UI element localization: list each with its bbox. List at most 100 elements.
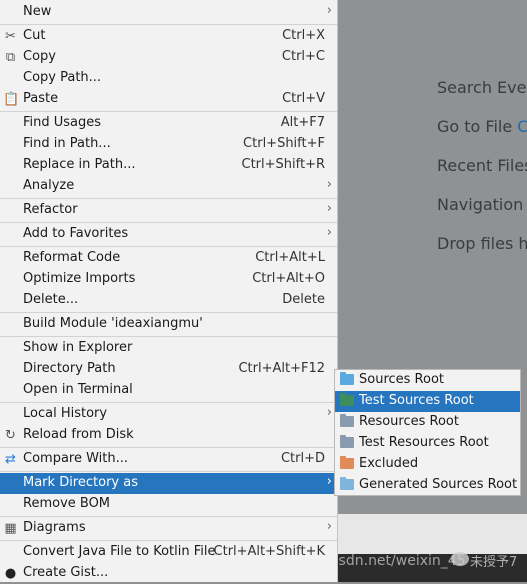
hint-goto-file-shortcut: C <box>517 117 527 136</box>
chevron-right-icon: › <box>326 177 332 192</box>
menu-label: Paste <box>23 91 59 106</box>
menu-item-open-in-terminal[interactable]: Open in Terminal <box>0 380 337 401</box>
submenu-item-generated-sources-root[interactable]: Generated Sources Root <box>335 475 520 496</box>
submenu-item-test-resources-root[interactable]: Test Resources Root <box>335 433 520 454</box>
menu-item-new[interactable]: New › <box>0 2 337 23</box>
menu-label: Convert Java File to Kotlin File <box>23 544 216 559</box>
menu-item-directory-path[interactable]: Directory Path Ctrl+Alt+F12 <box>0 359 337 380</box>
menu-label: Add to Favorites <box>23 226 129 241</box>
menu-label: Copy Path... <box>23 70 102 85</box>
menu-label: Show in Explorer <box>23 340 133 355</box>
menu-item-mark-directory-as[interactable]: Mark Directory as › <box>0 473 337 494</box>
menu-item-replace-in-path[interactable]: Replace in Path... Ctrl+Shift+R <box>0 155 337 176</box>
resources-folder-icon <box>340 414 354 427</box>
chevron-right-icon: › <box>326 519 332 534</box>
submenu-label: Sources Root <box>359 372 445 387</box>
status-area <box>338 514 527 582</box>
shortcut: Ctrl+Alt+Shift+K <box>213 544 325 559</box>
divider <box>0 447 337 448</box>
menu-item-diagrams[interactable]: ▦ Diagrams › <box>0 518 337 539</box>
chevron-right-icon: › <box>326 201 332 216</box>
divider <box>0 246 337 247</box>
menu-label: Mark Directory as <box>23 475 138 490</box>
menu-item-delete[interactable]: Delete... Delete <box>0 290 337 311</box>
test-sources-folder-icon <box>340 393 354 406</box>
shortcut: Ctrl+Alt+F12 <box>238 361 325 376</box>
reload-icon: ↻ <box>5 428 16 443</box>
menu-label: Open in Terminal <box>23 382 133 397</box>
submenu-label: Test Resources Root <box>359 435 489 450</box>
shortcut: Ctrl+Alt+O <box>252 271 325 286</box>
menu-label: Optimize Imports <box>23 271 136 286</box>
hint-navigation-bar: Navigation B <box>437 195 527 214</box>
submenu-item-excluded[interactable]: Excluded <box>335 454 520 475</box>
menu-label: Replace in Path... <box>23 157 136 172</box>
menu-label: Local History <box>23 406 108 421</box>
chevron-right-icon: › <box>326 474 332 489</box>
menu-label: Remove BOM <box>23 496 111 511</box>
menu-label: Diagrams <box>23 520 86 535</box>
menu-item-compare-with[interactable]: ⇄ Compare With... Ctrl+D <box>0 449 337 470</box>
divider <box>0 198 337 199</box>
menu-item-optimize-imports[interactable]: Optimize Imports Ctrl+Alt+O <box>0 269 337 290</box>
menu-item-local-history[interactable]: Local History › <box>0 404 337 425</box>
submenu-label: Test Sources Root <box>359 393 474 408</box>
divider <box>0 312 337 313</box>
menu-label: Refactor <box>23 202 78 217</box>
menu-label: Directory Path <box>23 361 116 376</box>
menu-item-copy[interactable]: ⧉ Copy Ctrl+C <box>0 47 337 68</box>
menu-label: Find in Path... <box>23 136 111 151</box>
menu-item-show-in-explorer[interactable]: Show in Explorer <box>0 338 337 359</box>
clipboard-icon: 📋 <box>3 92 20 107</box>
submenu-label: Generated Sources Root <box>359 477 518 492</box>
menu-item-copy-path[interactable]: Copy Path... <box>0 68 337 89</box>
chevron-right-icon: › <box>326 405 332 420</box>
divider <box>0 336 337 337</box>
menu-item-find-usages[interactable]: Find Usages Alt+F7 <box>0 113 337 134</box>
test-resources-folder-icon <box>340 435 354 448</box>
menu-item-paste[interactable]: 📋 Paste Ctrl+V <box>0 89 337 110</box>
compare-icon: ⇄ <box>5 452 16 467</box>
menu-item-reload-from-disk[interactable]: ↻ Reload from Disk <box>0 425 337 446</box>
divider <box>0 24 337 25</box>
menu-label: Build Module 'ideaxiangmu' <box>23 316 203 331</box>
menu-item-convert-to-kotlin[interactable]: Convert Java File to Kotlin File Ctrl+Al… <box>0 542 337 563</box>
hint-goto-file: Go to File C <box>437 117 527 136</box>
menu-item-cut[interactable]: ✂ Cut Ctrl+X <box>0 26 337 47</box>
divider <box>0 516 337 517</box>
menu-item-refactor[interactable]: Refactor › <box>0 200 337 221</box>
menu-item-analyze[interactable]: Analyze › <box>0 176 337 197</box>
shortcut: Ctrl+C <box>281 49 325 64</box>
menu-label: Find Usages <box>23 115 102 130</box>
generated-sources-folder-icon <box>340 477 354 490</box>
shortcut: Ctrl+D <box>280 451 325 466</box>
divider <box>0 111 337 112</box>
shortcut: Delete <box>282 292 325 307</box>
menu-item-find-in-path[interactable]: Find in Path... Ctrl+Shift+F <box>0 134 337 155</box>
menu-item-add-to-favorites[interactable]: Add to Favorites › <box>0 224 337 245</box>
submenu-item-test-sources-root[interactable]: Test Sources Root <box>335 391 520 412</box>
excluded-folder-icon <box>340 456 354 469</box>
shortcut: Ctrl+V <box>282 91 325 106</box>
menu-item-create-gist[interactable]: ● Create Gist... <box>0 563 337 584</box>
menu-item-reformat-code[interactable]: Reformat Code Ctrl+Alt+L <box>0 248 337 269</box>
wechat-icon <box>451 552 469 566</box>
shortcut: Ctrl+Shift+F <box>243 136 325 151</box>
menu-label: Reload from Disk <box>23 427 134 442</box>
divider <box>0 540 337 541</box>
menu-item-remove-bom[interactable]: Remove BOM <box>0 494 337 515</box>
submenu-item-sources-root[interactable]: Sources Root <box>335 370 520 391</box>
divider <box>0 222 337 223</box>
shortcut: Ctrl+Shift+R <box>241 157 326 172</box>
menu-label: Compare With... <box>23 451 129 466</box>
github-icon: ● <box>4 566 17 581</box>
diagram-icon: ▦ <box>4 521 17 536</box>
menu-label: New <box>23 4 52 19</box>
menu-item-build-module[interactable]: Build Module 'ideaxiangmu' <box>0 314 337 335</box>
shortcut: Ctrl+Alt+L <box>255 250 325 265</box>
mark-directory-submenu: Sources Root Test Sources Root Resources… <box>334 369 521 496</box>
hint-goto-file-text: Go to File <box>437 117 513 136</box>
submenu-label: Resources Root <box>359 414 459 429</box>
submenu-item-resources-root[interactable]: Resources Root <box>335 412 520 433</box>
shortcut: Ctrl+X <box>282 28 325 43</box>
